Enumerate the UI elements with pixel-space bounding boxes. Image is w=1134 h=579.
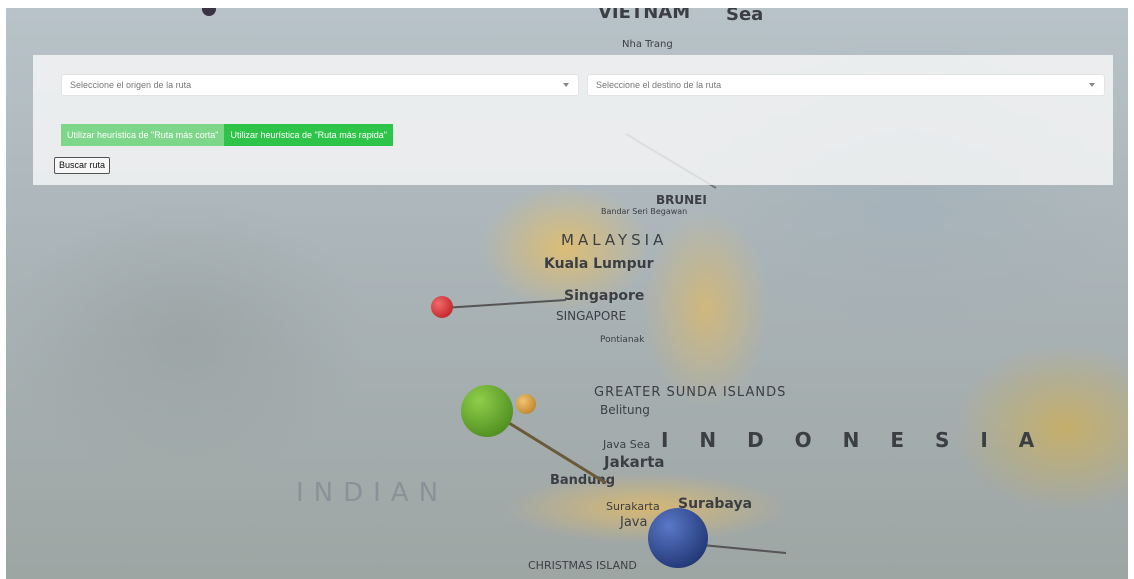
search-route-button[interactable]: Buscar ruta	[54, 157, 111, 174]
heuristic-shortest-button[interactable]: Utilizar heurística de "Ruta más corta"	[61, 124, 225, 146]
destination-select-placeholder: Seleccione el destino de la ruta	[596, 80, 722, 90]
origin-select[interactable]: Seleccione el origen de la ruta	[61, 74, 579, 96]
pin-line-red	[442, 299, 567, 309]
heuristic-toggle-group: Utilizar heurística de "Ruta más corta" …	[61, 124, 393, 146]
blue-pin-icon	[648, 508, 708, 568]
origin-select-placeholder: Seleccione el origen de la ruta	[70, 80, 192, 90]
chevron-down-icon	[563, 83, 569, 87]
destination-select[interactable]: Seleccione el destino de la ruta	[587, 74, 1105, 96]
chevron-down-icon	[1089, 83, 1095, 87]
heuristic-fastest-button[interactable]: Utilizar heurística de "Ruta más rapida"	[224, 124, 393, 146]
route-form-panel: Seleccione el origen de la ruta Seleccio…	[33, 55, 1113, 185]
green-pin-icon	[461, 385, 513, 437]
red-pin-icon	[431, 296, 453, 318]
orange-pin-icon	[516, 394, 536, 414]
